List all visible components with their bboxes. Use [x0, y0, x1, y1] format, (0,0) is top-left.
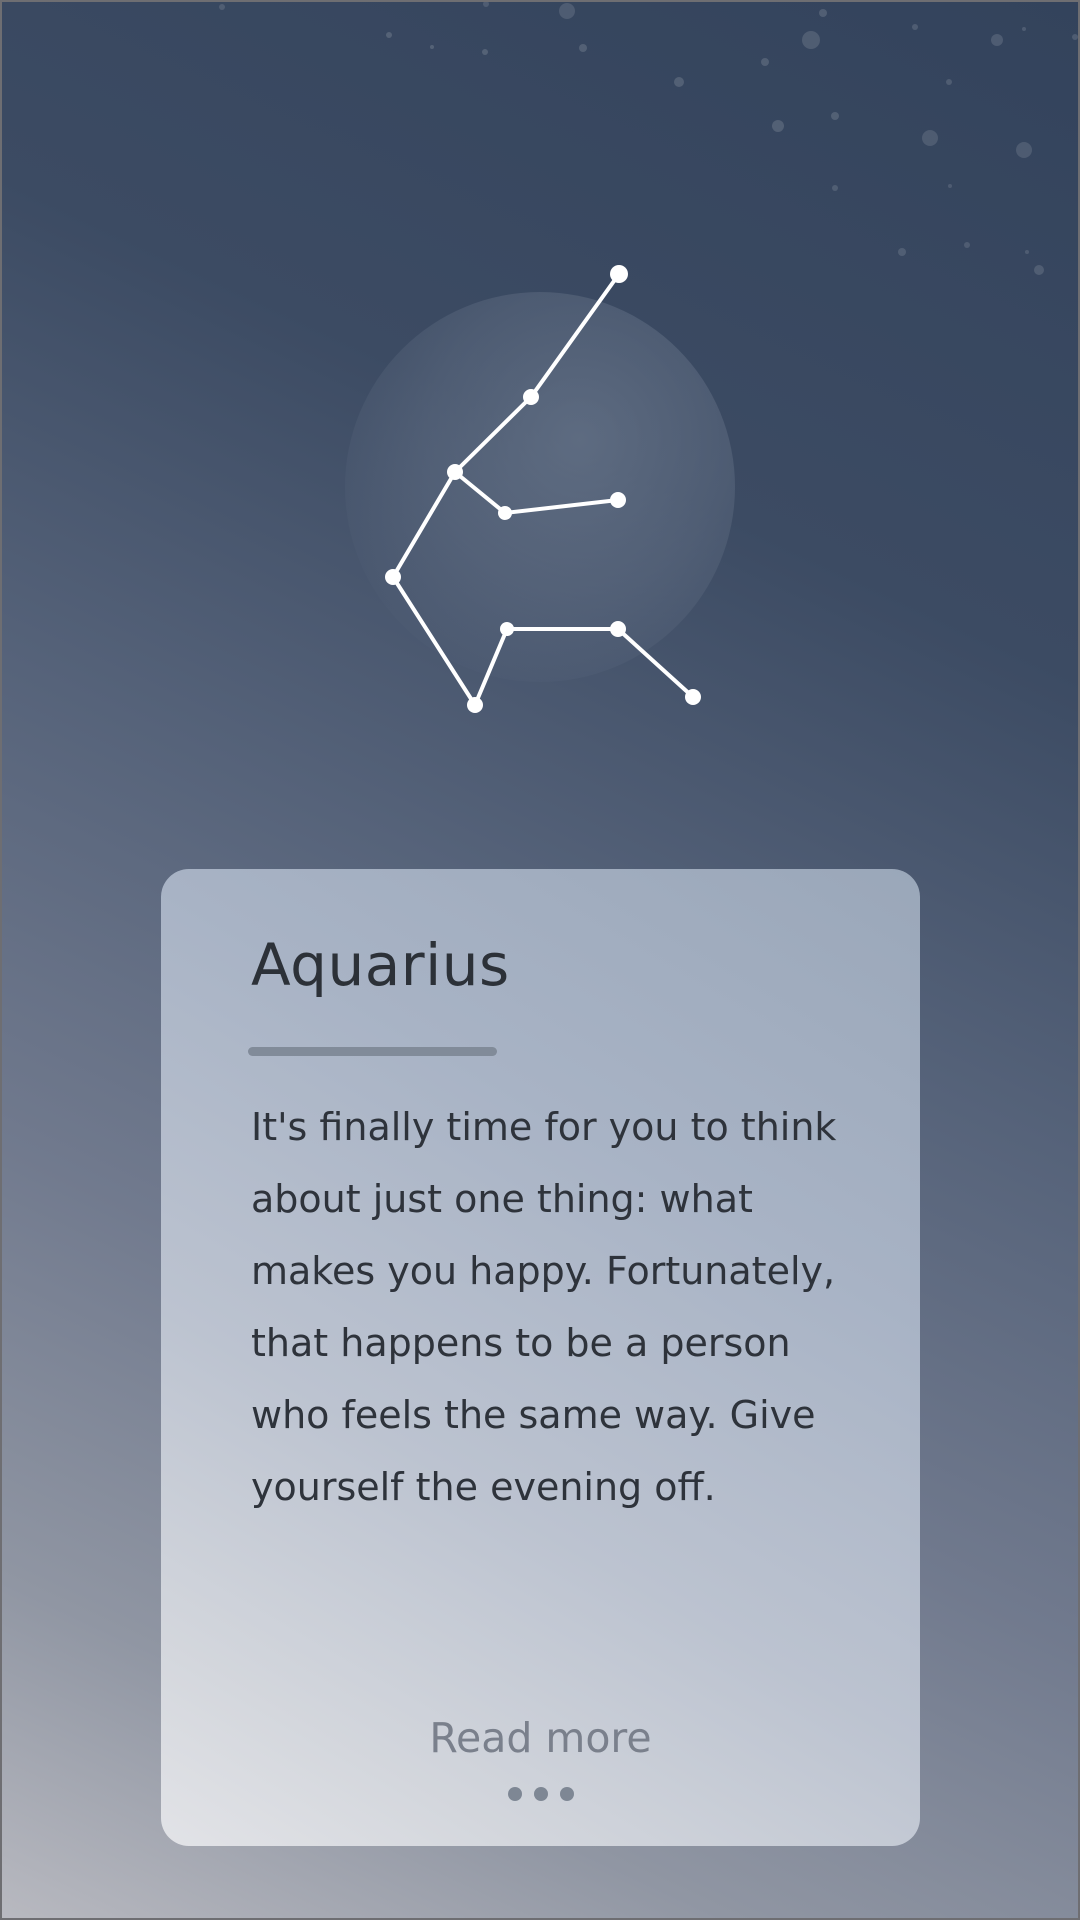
constellation-star: [685, 689, 701, 705]
constellation-line: [503, 498, 620, 515]
constellation-star: [610, 621, 626, 637]
horoscope-card: Aquarius It's finally time for you to th…: [161, 869, 920, 1846]
constellation-star: [500, 622, 514, 636]
constellation-star: [447, 464, 463, 480]
constellation-line: [453, 395, 533, 474]
constellation-star: [467, 697, 483, 713]
constellation-star: [610, 265, 628, 283]
constellation-line: [529, 272, 621, 399]
constellation-line: [391, 470, 457, 579]
title-divider: [248, 1047, 497, 1056]
horoscope-screen: Aquarius It's finally time for you to th…: [0, 0, 1080, 1920]
horoscope-text: It's finally time for you to think about…: [251, 1105, 837, 1509]
aquarius-constellation-icon: [385, 265, 701, 713]
constellation-line: [453, 470, 507, 515]
ellipsis-dots-icon[interactable]: [161, 1787, 920, 1801]
constellation-line: [616, 627, 695, 699]
constellation-line: [391, 575, 477, 707]
constellation-star: [498, 506, 512, 520]
dot: [507, 1787, 522, 1801]
constellation-star: [610, 492, 626, 508]
dot: [559, 1787, 574, 1801]
read-more-button[interactable]: Read more: [161, 1714, 920, 1762]
dot: [533, 1787, 548, 1801]
constellation-line: [473, 627, 509, 707]
constellation-star: [523, 389, 539, 405]
sign-title: Aquarius: [251, 931, 510, 999]
constellation-star: [385, 569, 401, 585]
